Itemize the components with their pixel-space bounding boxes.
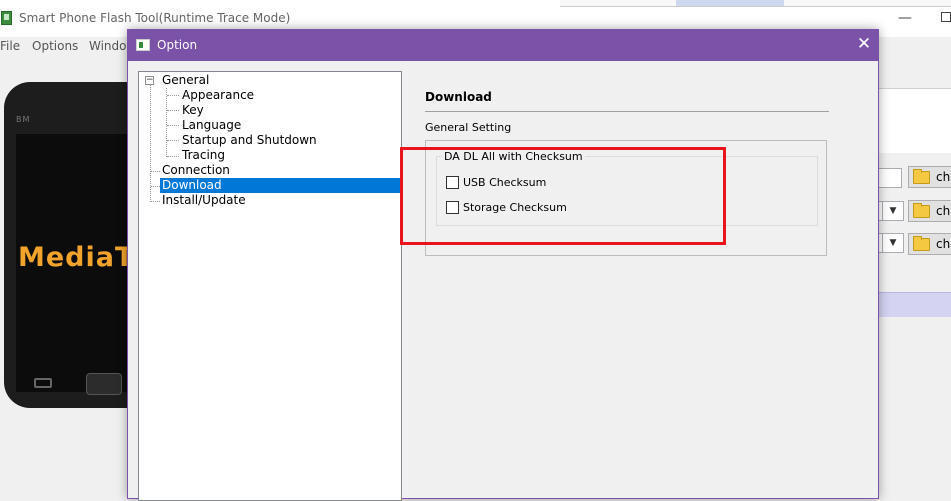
menu-file[interactable]: File	[0, 39, 20, 53]
chevron-down-icon: ▼	[882, 234, 903, 252]
phone-home-button	[86, 373, 122, 395]
general-setting-label: General Setting	[425, 121, 512, 134]
section-divider	[425, 111, 829, 112]
tree-connector	[150, 85, 151, 202]
phone-brand-text: BM	[16, 115, 31, 124]
folder-icon	[913, 236, 930, 251]
combo-box-2[interactable]: ▼	[878, 233, 904, 253]
column-header-strip	[560, 0, 951, 7]
tree-item-download[interactable]: Download	[160, 178, 401, 193]
close-icon[interactable]: ✕	[856, 35, 872, 53]
tree-item-language[interactable]: Language	[180, 118, 243, 133]
dialog-titlebar[interactable]: Option ✕	[128, 30, 878, 61]
choose-button-label: cho	[936, 170, 951, 184]
background-panel	[878, 88, 951, 153]
tree-connector	[151, 171, 160, 172]
tree-item-install-update[interactable]: Install/Update	[160, 193, 248, 208]
annotation-highlight-box	[400, 147, 726, 245]
tree-connector	[151, 186, 160, 187]
combo-box-1[interactable]: ▼	[878, 201, 904, 221]
phone-menu-button	[34, 378, 52, 388]
tree-connector	[151, 201, 160, 202]
path-input[interactable]	[878, 168, 902, 188]
tree-connector	[167, 125, 179, 126]
menu-options[interactable]: Options	[32, 39, 78, 53]
tree-connector	[167, 110, 179, 111]
app-icon	[1, 11, 12, 25]
tree-item-general[interactable]: General	[160, 73, 211, 88]
tree-item-tracing[interactable]: Tracing	[180, 148, 227, 163]
menu-window[interactable]: Windo	[89, 39, 127, 53]
progress-bar	[878, 292, 951, 317]
folder-icon	[913, 203, 930, 218]
main-window-title: Smart Phone Flash Tool(Runtime Trace Mod…	[19, 11, 291, 25]
tree-connector	[167, 156, 179, 157]
mediatek-logo: MediaTek	[18, 242, 128, 273]
tree-connector	[167, 140, 179, 141]
choose-button-label: cho	[936, 204, 951, 218]
choose-button-3[interactable]: cho	[908, 233, 951, 255]
option-dialog: Option ✕ − General Appearance Key Langua…	[127, 29, 879, 501]
choose-button-label: cho	[936, 237, 951, 251]
section-title: Download	[425, 90, 492, 104]
collapse-icon[interactable]: −	[145, 76, 154, 85]
chevron-down-icon: ▼	[882, 202, 903, 220]
folder-icon	[913, 169, 930, 184]
dialog-icon	[136, 39, 150, 51]
tree-connector	[167, 95, 179, 96]
tree-item-key[interactable]: Key	[180, 103, 206, 118]
choose-button-2[interactable]: cho	[908, 200, 951, 222]
minimize-icon[interactable]: —	[898, 11, 912, 25]
dialog-title: Option	[157, 38, 198, 52]
tree-item-connection[interactable]: Connection	[160, 163, 232, 178]
settings-tree: − General Appearance Key Language Startu…	[138, 71, 402, 501]
maximize-icon[interactable]	[941, 12, 951, 22]
choose-button-1[interactable]: cho	[908, 166, 951, 188]
tree-item-startup-shutdown[interactable]: Startup and Shutdown	[180, 133, 319, 148]
tree-item-appearance[interactable]: Appearance	[180, 88, 256, 103]
tree-connector	[166, 88, 167, 157]
